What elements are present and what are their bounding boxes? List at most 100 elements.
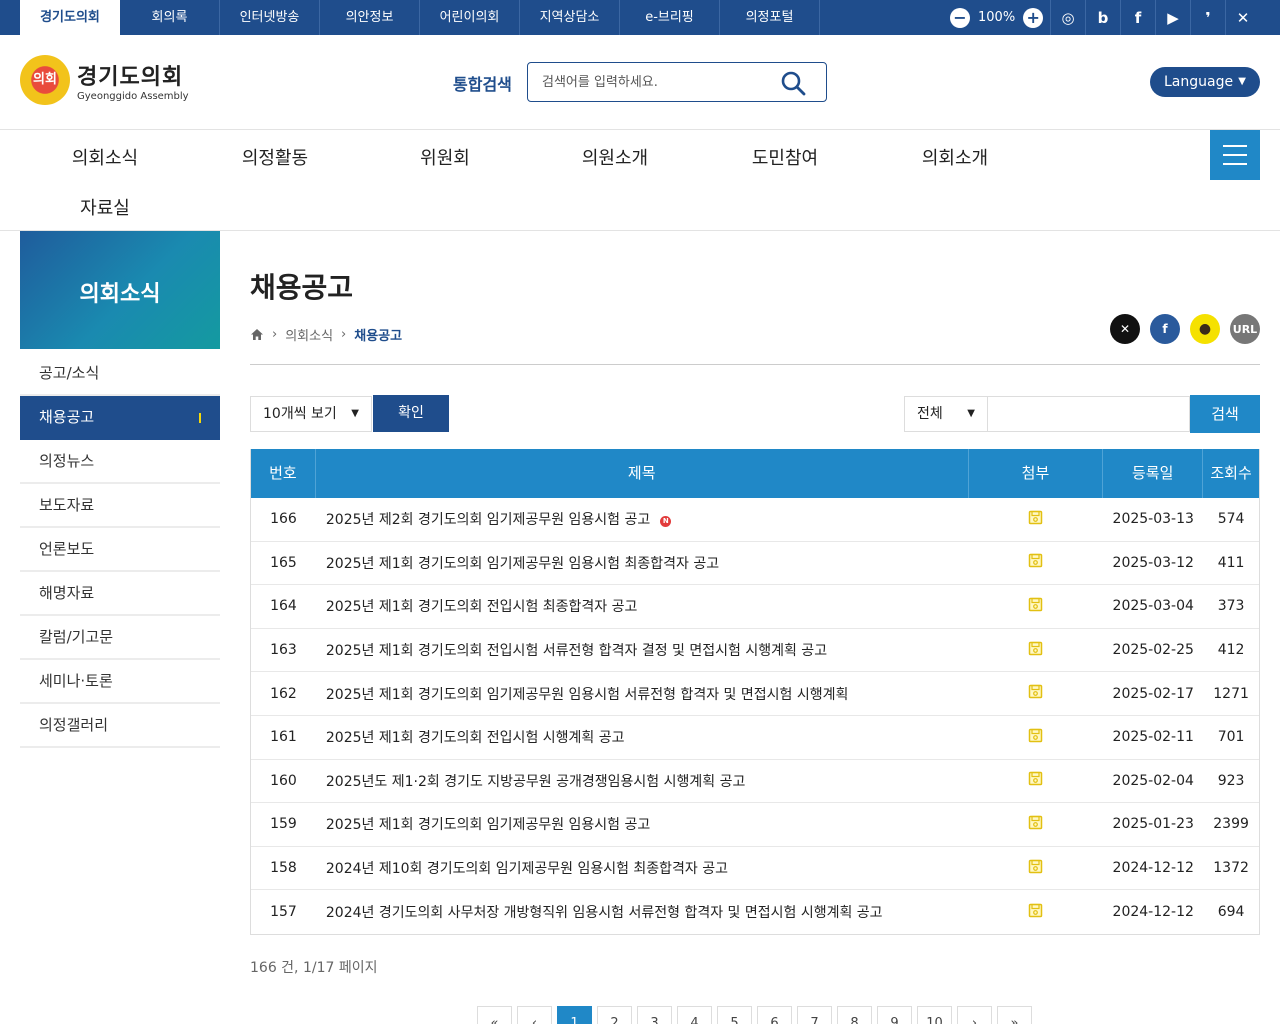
row-title-link[interactable]: 2025년 제1회 경기도의회 전입시험 최종합격자 공고 [316, 596, 969, 616]
sidebar-item-columns[interactable]: 칼럼/기고문 [20, 616, 220, 660]
gnb-archive[interactable]: 자료실 [20, 194, 190, 220]
sidebar-item-press[interactable]: 보도자료 [20, 484, 220, 528]
sidebar-item-recruitment[interactable]: 채용공고 [20, 396, 220, 440]
row-title-link[interactable]: 2025년 제1회 경기도의회 전입시험 시행계획 공고 [316, 727, 969, 747]
topnav-children-assembly[interactable]: 어린이의회 [420, 0, 520, 35]
attachment-icon[interactable] [1028, 684, 1043, 699]
table-row[interactable]: 165 2025년 제1회 경기도의회 임기제공무원 임용시험 최종합격자 공고 2… [251, 542, 1259, 586]
row-number: 164 [270, 598, 297, 615]
page-6[interactable]: 6 [757, 1006, 792, 1024]
gnb-participation[interactable]: 도민참여 [700, 144, 870, 170]
page-9[interactable]: 9 [877, 1006, 912, 1024]
language-button[interactable]: Language ▼ [1150, 67, 1260, 97]
perpage-select[interactable]: 10개씩 보기 ▼ [250, 396, 372, 432]
confirm-button[interactable]: 확인 [373, 395, 449, 432]
page-3[interactable]: 3 [637, 1006, 672, 1024]
keyword-input[interactable] [988, 397, 1189, 431]
breadcrumb-item[interactable]: 의회소식 [285, 325, 333, 344]
instagram-icon[interactable]: ◎ [1050, 0, 1085, 35]
page-7[interactable]: 7 [797, 1006, 832, 1024]
zoom-in-button[interactable]: + [1023, 7, 1044, 28]
zoom-out-button[interactable]: − [950, 7, 970, 28]
gnb-about[interactable]: 의회소개 [870, 144, 1040, 170]
row-number: 162 [270, 685, 297, 702]
row-title-link[interactable]: 2025년도 제1·2회 경기도 지방공무원 공개경쟁임용시험 시행계획 공고 [316, 771, 969, 791]
table-row[interactable]: 158 2024년 제10회 경기도의회 임기제공무원 임용시험 최종합격자 공고… [251, 847, 1259, 891]
row-date: 2025-02-17 [1112, 685, 1194, 702]
breadcrumb-separator-icon: › [341, 327, 347, 342]
page-2[interactable]: 2 [597, 1006, 632, 1024]
language-label: Language [1164, 74, 1234, 90]
attachment-icon[interactable] [1028, 553, 1043, 568]
first-page-button[interactable]: « [477, 1006, 512, 1024]
search-icon[interactable] [780, 70, 806, 96]
page-10[interactable]: 10 [917, 1006, 952, 1024]
search-filter-select[interactable]: 전체 ▼ [904, 396, 988, 432]
prev-page-button[interactable]: ‹ [517, 1006, 552, 1024]
row-title-link[interactable]: 2024년 경기도의회 사무처장 개방형직위 임용시험 서류전형 합격자 및 면… [316, 902, 969, 922]
table-row[interactable]: 160 2025년도 제1·2회 경기도 지방공무원 공개경쟁임용시험 시행계획 … [251, 760, 1259, 804]
search-button[interactable]: 검색 [1190, 395, 1260, 433]
x-icon[interactable]: ✕ [1110, 314, 1140, 344]
attachment-icon[interactable] [1028, 728, 1043, 743]
sidebar-item-news[interactable]: 의정뉴스 [20, 440, 220, 484]
table-row[interactable]: 159 2025년 제1회 경기도의회 임기제공무원 임용시험 공고 2025-01… [251, 803, 1259, 847]
topnav-portal[interactable]: 의정포털 [720, 0, 820, 35]
sidebar-item-gallery[interactable]: 의정갤러리 [20, 704, 220, 748]
sidebar-item-media[interactable]: 언론보도 [20, 528, 220, 572]
last-page-button[interactable]: » [997, 1006, 1032, 1024]
table-row[interactable]: 166 2025년 제2회 경기도의회 임기제공무원 임용시험 공고 N 2025-0… [251, 498, 1259, 542]
attachment-icon[interactable] [1028, 903, 1043, 918]
site-logo[interactable]: 의회 경기도의회 Gyeonggido Assembly [20, 55, 189, 105]
attachment-icon[interactable] [1028, 815, 1043, 830]
kakaotalk-icon[interactable]: ● [1190, 314, 1220, 344]
gnb-activities[interactable]: 의정활동 [190, 144, 360, 170]
page-8[interactable]: 8 [837, 1006, 872, 1024]
row-title-link[interactable]: 2025년 제2회 경기도의회 임기제공무원 임용시험 공고 N [316, 509, 969, 529]
row-title-link[interactable]: 2025년 제1회 경기도의회 전입시험 서류전형 합격자 결정 및 면접시험 … [316, 640, 969, 660]
table-row[interactable]: 161 2025년 제1회 경기도의회 전입시험 시행계획 공고 2025-02-1… [251, 716, 1259, 760]
topnav-bill-info[interactable]: 의안정보 [320, 0, 420, 35]
row-title: 2025년 제1회 경기도의회 임기제공무원 임용시험 공고 [325, 817, 651, 834]
blog-icon[interactable]: b [1085, 0, 1120, 35]
topnav-assembly[interactable]: 경기도의회 [20, 0, 120, 35]
table-row[interactable]: 163 2025년 제1회 경기도의회 전입시험 서류전형 합격자 결정 및 면접… [251, 629, 1259, 673]
home-icon[interactable] [250, 328, 264, 341]
story-icon[interactable]: ❜ [1190, 0, 1225, 35]
attachment-icon[interactable] [1028, 771, 1043, 786]
table-row[interactable]: 164 2025년 제1회 경기도의회 전입시험 최종합격자 공고 2025-03-… [251, 585, 1259, 629]
page-1[interactable]: 1 [557, 1006, 592, 1024]
topnav-minutes[interactable]: 회의록 [120, 0, 220, 35]
gnb-news[interactable]: 의회소식 [20, 144, 190, 170]
attachment-icon[interactable] [1028, 641, 1043, 656]
row-title-link[interactable]: 2024년 제10회 경기도의회 임기제공무원 임용시험 최종합격자 공고 [316, 858, 969, 878]
facebook-icon[interactable]: f [1120, 0, 1155, 35]
sidebar-item-seminars[interactable]: 세미나·토론 [20, 660, 220, 704]
facebook-icon[interactable]: f [1150, 314, 1180, 344]
attachment-icon[interactable] [1028, 859, 1043, 874]
topnav-local-office[interactable]: 지역상담소 [520, 0, 620, 35]
search-input[interactable] [542, 72, 772, 92]
next-page-button[interactable]: › [957, 1006, 992, 1024]
row-title-link[interactable]: 2025년 제1회 경기도의회 임기제공무원 임용시험 공고 [316, 814, 969, 834]
gnb-committee[interactable]: 위원회 [360, 144, 530, 170]
row-attachment [969, 684, 1104, 703]
url-icon[interactable]: URL [1230, 314, 1260, 344]
sidebar-title: 의회소식 [79, 282, 161, 307]
sidebar-item-clarifications[interactable]: 해명자료 [20, 572, 220, 616]
topnav-broadcast[interactable]: 인터넷방송 [220, 0, 320, 35]
gnb-members[interactable]: 의원소개 [530, 144, 700, 170]
menu-icon[interactable] [1210, 130, 1260, 180]
table-row[interactable]: 157 2024년 경기도의회 사무처장 개방형직위 임용시험 서류전형 합격자 … [251, 890, 1259, 934]
attachment-icon[interactable] [1028, 597, 1043, 612]
row-title-link[interactable]: 2025년 제1회 경기도의회 임기제공무원 임용시험 서류전형 합격자 및 면… [316, 684, 969, 704]
attachment-icon[interactable] [1028, 510, 1043, 525]
topnav-ebriefing[interactable]: e-브리핑 [620, 0, 720, 35]
x-icon[interactable]: ✕ [1225, 0, 1260, 35]
table-row[interactable]: 162 2025년 제1회 경기도의회 임기제공무원 임용시험 서류전형 합격자 … [251, 672, 1259, 716]
page-5[interactable]: 5 [717, 1006, 752, 1024]
youtube-icon[interactable]: ▶ [1155, 0, 1190, 35]
row-title-link[interactable]: 2025년 제1회 경기도의회 임기제공무원 임용시험 최종합격자 공고 [316, 553, 969, 573]
sidebar-item-notices[interactable]: 공고/소식 [20, 352, 220, 396]
page-4[interactable]: 4 [677, 1006, 712, 1024]
